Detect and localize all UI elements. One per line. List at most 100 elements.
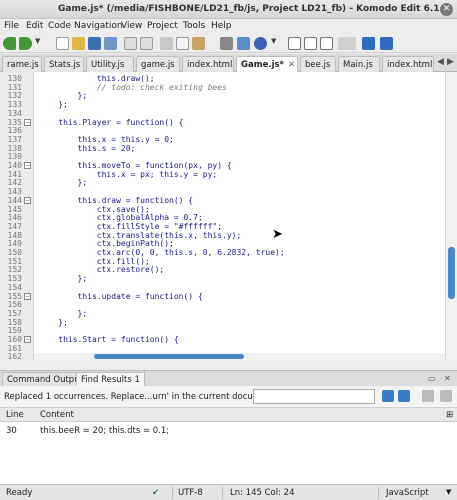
code-line[interactable]: this.update = function() { <box>39 292 203 301</box>
forward-arrow-icon[interactable] <box>19 37 32 50</box>
column-content[interactable]: Content <box>40 410 74 420</box>
print-icon[interactable] <box>220 37 233 50</box>
menu-tools[interactable]: Tools <box>183 21 205 31</box>
code-line[interactable]: ctx.arc(0, 0, this.s, 0, 6.2832, true); <box>39 248 285 257</box>
menu-view[interactable]: View <box>121 21 142 31</box>
code-line[interactable]: this.x = px; this.y = py; <box>39 170 217 179</box>
scrollbar-thumb[interactable] <box>94 354 244 359</box>
window-close-button[interactable]: ✕ <box>440 3 453 16</box>
lint-ok-icon[interactable]: ✔ <box>152 488 159 498</box>
code-line[interactable]: ctx.globalAlpha = 0.7; <box>39 213 203 222</box>
right-pane-icon[interactable] <box>304 37 317 50</box>
column-line[interactable]: Line <box>6 410 24 420</box>
column-picker-icon[interactable]: ⊞ <box>446 410 453 420</box>
code-line[interactable]: ctx.restore(); <box>39 265 164 274</box>
code-line[interactable]: this.s = 20; <box>39 144 136 153</box>
cut-icon[interactable] <box>160 37 173 50</box>
find-clear-icon[interactable] <box>440 390 452 402</box>
results-table: 30 this.beeR = 20; this.dts = 0.1; <box>0 422 457 484</box>
paste-icon[interactable] <box>192 37 205 50</box>
open-folder-icon[interactable] <box>72 37 85 50</box>
tab-frame-js[interactable]: rame.js <box>2 56 42 72</box>
code-line[interactable]: }; <box>39 309 88 318</box>
back-arrow-icon[interactable] <box>3 37 16 50</box>
code-line[interactable]: this.draw(); <box>39 74 155 83</box>
copy-icon[interactable] <box>176 37 189 50</box>
editor-horizontal-scrollbar[interactable] <box>34 353 445 360</box>
menu-project[interactable]: Project <box>147 21 178 31</box>
tab-label: Game.js* <box>241 60 284 70</box>
left-pane-icon[interactable] <box>288 37 301 50</box>
code-line[interactable]: this.moveTo = function(px, py) { <box>39 161 232 170</box>
tab-scroll-left-icon[interactable]: ◀ <box>437 57 444 67</box>
code-line[interactable]: this.x = this.y = 0; <box>39 135 174 144</box>
code-line[interactable]: this.Start = function() { <box>39 335 178 344</box>
tab-close-icon[interactable]: ✕ <box>288 60 295 70</box>
browser-preview-icon[interactable] <box>237 37 250 50</box>
code-line[interactable]: }; <box>39 318 68 327</box>
code-line[interactable]: this.Player = function() { <box>39 118 183 127</box>
bottom-pane-icon[interactable] <box>320 37 333 50</box>
editor-vertical-scrollbar[interactable] <box>445 72 457 360</box>
menu-code[interactable]: Code <box>48 21 71 31</box>
line-number: 159 <box>7 326 22 336</box>
code-line[interactable]: }; <box>39 178 88 187</box>
menu-file[interactable]: File <box>4 21 19 31</box>
language-dropdown-icon[interactable]: ▼ <box>446 488 451 496</box>
undo-icon[interactable] <box>124 37 137 50</box>
fold-toggle-icon[interactable]: − <box>24 118 31 126</box>
more-icon[interactable] <box>338 37 356 50</box>
find-next-icon[interactable] <box>398 390 410 402</box>
line-number: 153 <box>7 274 22 284</box>
tab-find-results[interactable]: Find Results 1 <box>76 372 145 387</box>
dock-icon[interactable] <box>362 37 375 50</box>
panel-close-icon[interactable]: ✕ <box>444 374 451 383</box>
code-line[interactable]: }; <box>39 91 88 100</box>
scrollbar-thumb[interactable] <box>448 247 455 299</box>
redo-icon[interactable] <box>140 37 153 50</box>
code-line[interactable]: // todo: check exiting bees <box>39 83 227 92</box>
tab-scroll-right-icon[interactable]: ▶ <box>447 57 454 67</box>
save-all-icon[interactable] <box>104 37 117 50</box>
web-icon[interactable] <box>254 37 267 50</box>
status-language[interactable]: JavaScript <box>386 488 429 498</box>
tab-stats-js[interactable]: Stats.js <box>44 56 84 72</box>
find-stop-icon[interactable] <box>422 390 434 402</box>
table-row[interactable]: 30 this.beeR = 20; this.dts = 0.1; <box>0 425 457 437</box>
menu-navigation[interactable]: Navigation <box>74 21 123 31</box>
new-file-icon[interactable] <box>56 37 69 50</box>
tab-game-js-active[interactable]: Game.js* ✕ <box>236 56 298 73</box>
menu-help[interactable]: Help <box>211 21 232 31</box>
tab-bee-js[interactable]: bee.js <box>300 56 336 72</box>
code-line[interactable]: this.draw = function() { <box>39 196 194 205</box>
panel-minimize-icon[interactable]: ▭ <box>428 374 436 383</box>
tab-game-js[interactable]: game.js <box>136 56 180 72</box>
find-filter-input[interactable] <box>253 389 375 404</box>
fold-toggle-icon[interactable]: − <box>24 162 31 169</box>
line-number-gutter: 130 131 132 133 134 135−136 137 138 139 140−141 14… <box>0 72 34 360</box>
fold-toggle-icon[interactable]: − <box>24 292 31 300</box>
fold-toggle-icon[interactable]: − <box>24 196 31 204</box>
tab-index-html[interactable]: index.html <box>182 56 234 72</box>
tab-index-html-2[interactable]: index.html <box>382 56 434 72</box>
code-line[interactable]: }; <box>39 100 68 109</box>
code-line[interactable]: ctx.beginPath(); <box>39 239 174 248</box>
code-line[interactable]: ctx.fillStyle = "#ffffff"; <box>39 222 222 231</box>
dropdown-icon[interactable]: ▼ <box>35 37 42 50</box>
tab-main-js[interactable]: Main.js <box>338 56 380 72</box>
tab-utility-js[interactable]: Utility.js <box>86 56 134 72</box>
status-encoding[interactable]: UTF-8 <box>178 488 203 498</box>
code-line[interactable]: ctx.fill(); <box>39 257 150 266</box>
code-line[interactable]: ctx.save(); <box>39 205 150 214</box>
code-line[interactable]: }; <box>39 274 88 283</box>
fold-toggle-icon[interactable]: − <box>24 336 31 343</box>
find-previous-icon[interactable] <box>382 390 394 402</box>
code-editor[interactable]: 130 131 132 133 134 135−136 137 138 139 140−141 14… <box>0 72 457 360</box>
line-number: 158 <box>7 317 22 327</box>
line-number: 149 <box>7 239 22 249</box>
fullscreen-icon[interactable] <box>380 37 393 50</box>
code-line[interactable]: ctx.translate(this.x, this.y); <box>39 231 242 240</box>
view-dropdown-icon[interactable]: ▼ <box>271 37 278 50</box>
menu-edit[interactable]: Edit <box>26 21 43 31</box>
save-icon[interactable] <box>88 37 101 50</box>
